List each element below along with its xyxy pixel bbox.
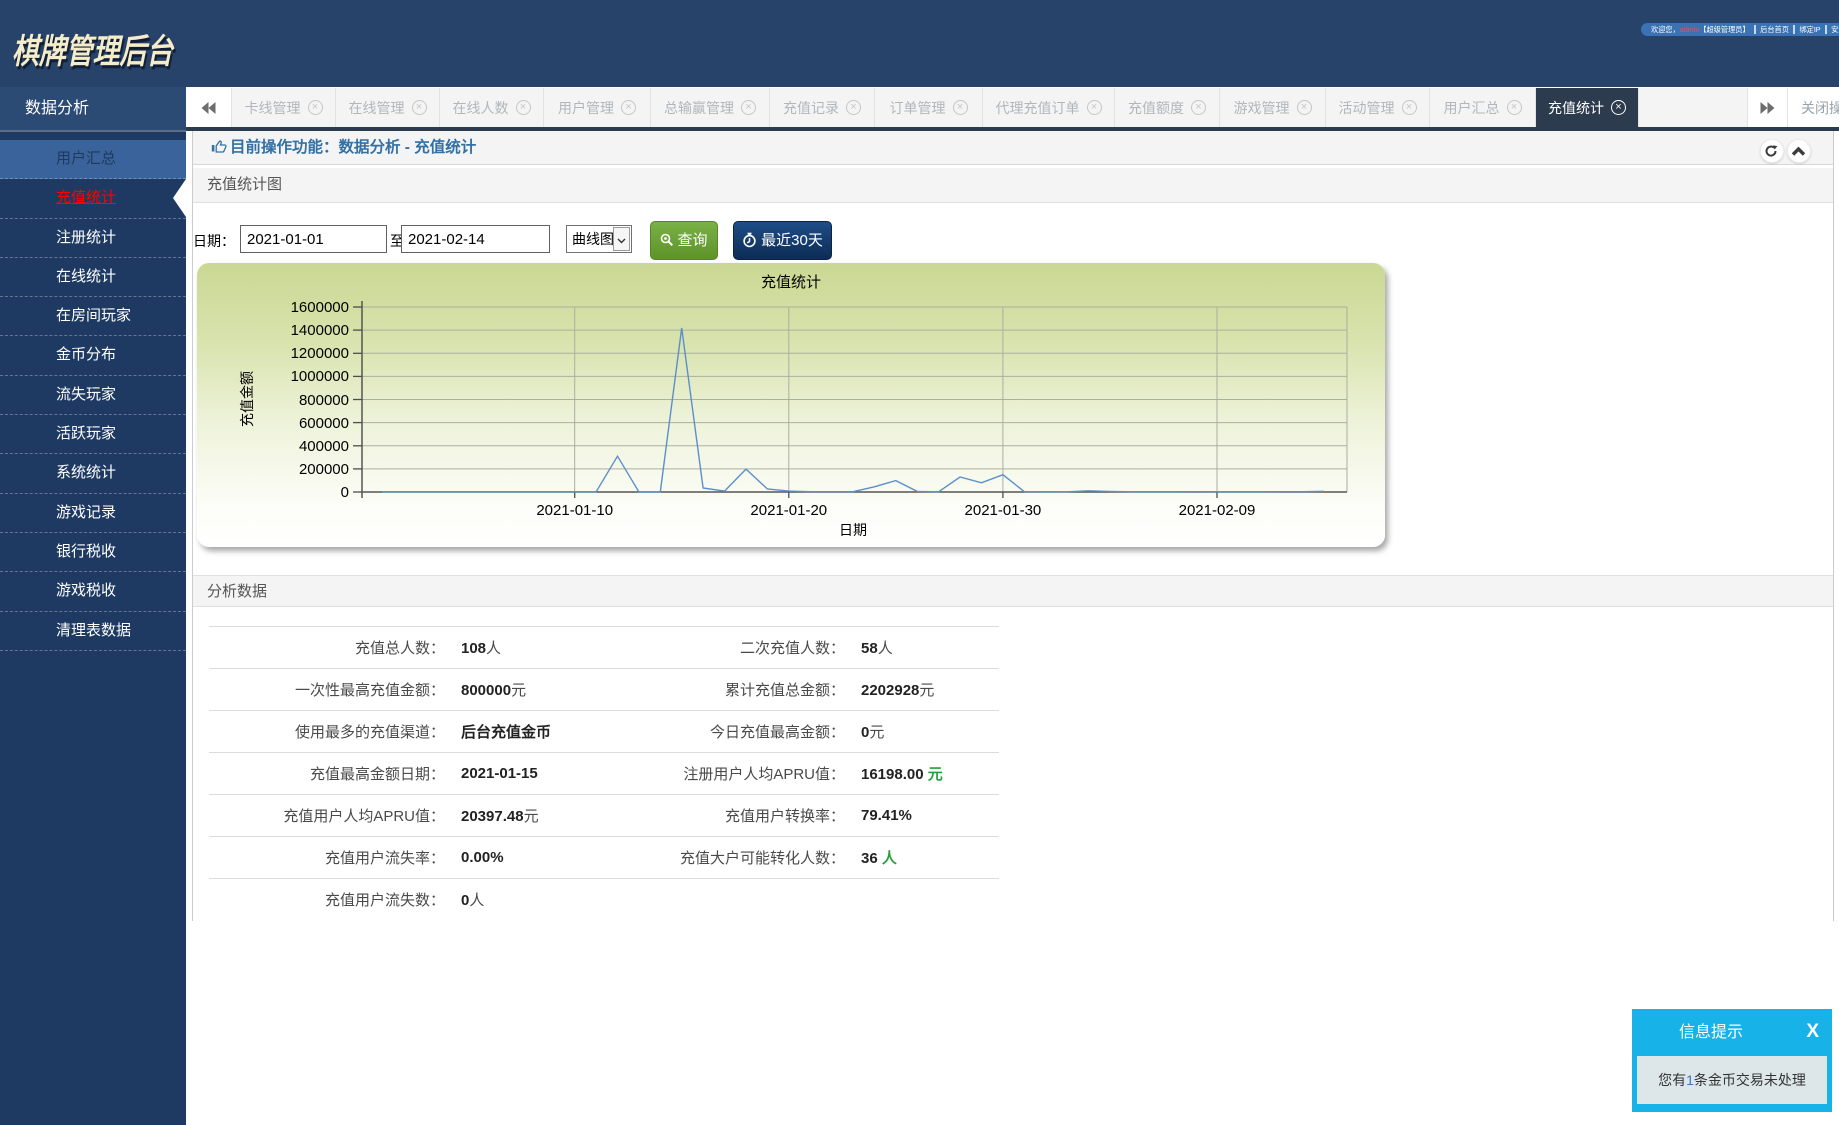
svg-text:600000: 600000 [299, 415, 349, 432]
svg-text:2021-01-30: 2021-01-30 [965, 502, 1042, 519]
svg-text:1200000: 1200000 [291, 345, 349, 362]
svg-text:2021-01-20: 2021-01-20 [750, 502, 827, 519]
svg-text:日期: 日期 [839, 522, 867, 538]
svg-text:2021-01-10: 2021-01-10 [536, 502, 613, 519]
svg-text:200000: 200000 [299, 461, 349, 478]
svg-text:800000: 800000 [299, 392, 349, 409]
svg-text:2021-02-09: 2021-02-09 [1179, 502, 1256, 519]
svg-text:充值统计: 充值统计 [761, 274, 821, 291]
svg-text:1600000: 1600000 [291, 299, 349, 316]
svg-text:充值金额: 充值金额 [239, 371, 255, 427]
svg-text:400000: 400000 [299, 438, 349, 455]
svg-text:1000000: 1000000 [291, 368, 349, 385]
svg-text:0: 0 [341, 484, 349, 501]
svg-text:1400000: 1400000 [291, 322, 349, 339]
